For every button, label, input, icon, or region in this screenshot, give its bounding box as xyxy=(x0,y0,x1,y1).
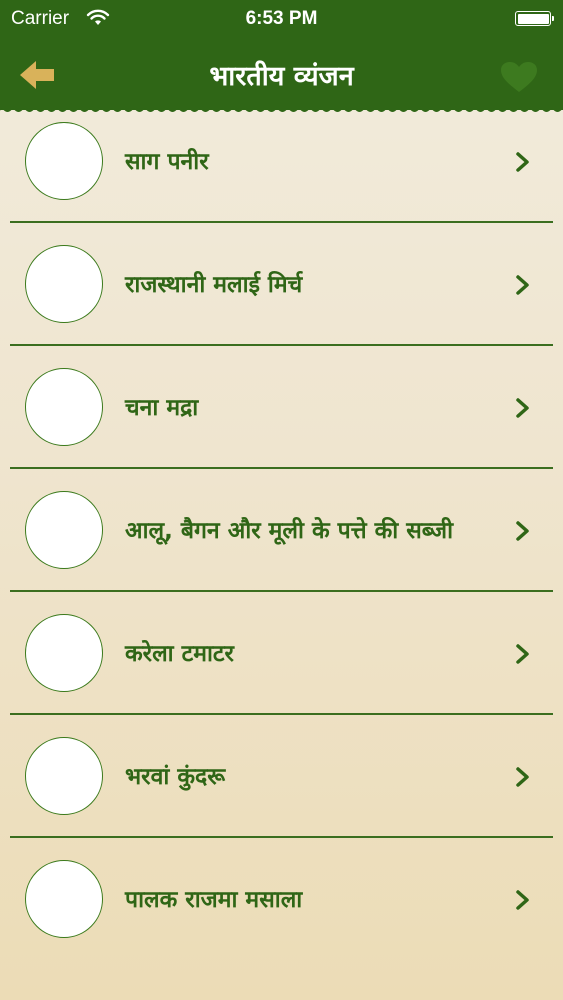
recipe-title: राजस्थानी मलाई मिर्च xyxy=(125,271,303,298)
recipe-title: भरवां कुंदरू xyxy=(125,763,226,790)
recipe-list-item[interactable]: पालक राजमा मसाला xyxy=(0,838,563,961)
recipe-thumbnail xyxy=(25,491,103,569)
recipe-list-item[interactable]: आलू, बैगन और मूली के पत्ते की सब्जी xyxy=(0,469,563,592)
recipe-title: आलू, बैगन और मूली के पत्ते की सब्जी xyxy=(125,517,454,544)
chevron-right-icon xyxy=(516,767,529,787)
app-screen: Carrier 6:53 PM भारतीय व्यंजन साग पनीर र… xyxy=(0,0,563,1000)
chevron-right-icon xyxy=(516,890,529,910)
chevron-right-icon xyxy=(516,644,529,664)
heart-icon xyxy=(501,62,537,92)
favorite-button[interactable] xyxy=(499,60,539,94)
status-bar: Carrier 6:53 PM xyxy=(0,0,563,40)
chevron-right-icon xyxy=(516,398,529,418)
recipe-thumbnail xyxy=(25,737,103,815)
chevron-right-icon xyxy=(516,275,529,295)
recipe-list-item[interactable]: करेला टमाटर xyxy=(0,592,563,715)
recipe-thumbnail xyxy=(25,245,103,323)
page-title: भारतीय व्यंजन xyxy=(209,61,354,92)
recipe-list-item[interactable]: चना मद्रा xyxy=(0,346,563,469)
recipe-title: पालक राजमा मसाला xyxy=(125,886,303,913)
recipe-list-item[interactable]: भरवां कुंदरू xyxy=(0,715,563,838)
recipe-thumbnail xyxy=(25,368,103,446)
recipe-thumbnail xyxy=(25,614,103,692)
recipe-title: करेला टमाटर xyxy=(125,640,234,667)
recipe-list-item[interactable]: राजस्थानी मलाई मिर्च xyxy=(0,223,563,346)
clock-time: 6:53 PM xyxy=(245,8,318,29)
chevron-right-icon xyxy=(516,152,529,172)
recipe-thumbnail xyxy=(25,122,103,200)
recipe-thumbnail xyxy=(25,860,103,938)
chevron-right-icon xyxy=(516,521,529,541)
recipe-list-item[interactable]: साग पनीर xyxy=(0,100,563,223)
battery-icon xyxy=(515,11,554,26)
recipe-title: साग पनीर xyxy=(125,148,209,175)
recipe-title: चना मद्रा xyxy=(125,394,199,421)
